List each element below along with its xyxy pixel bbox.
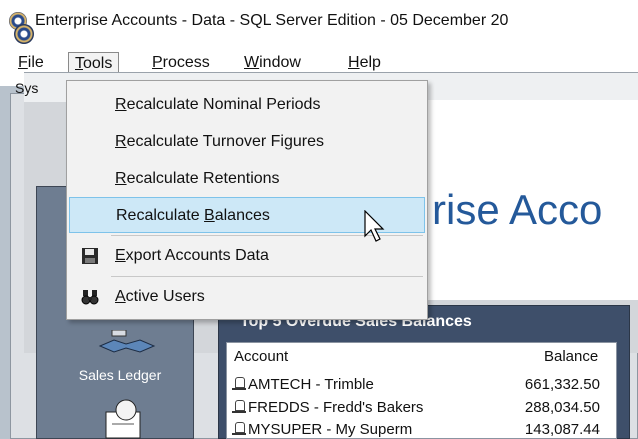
row-balance: 288,034.50 bbox=[524, 399, 600, 416]
menu-item-recalculate-turnover-figures[interactable]: Recalculate Turnover Figures bbox=[69, 124, 425, 160]
table-row[interactable]: AMTECH - Trimble 661,332.50 bbox=[232, 376, 612, 396]
binoculars-icon bbox=[81, 290, 99, 305]
row-account: MYSUPER - My Superm bbox=[248, 421, 413, 438]
menu-process[interactable]: Process bbox=[146, 52, 216, 74]
menu-item-active-users[interactable]: Active Users bbox=[69, 279, 425, 315]
notepad-icon[interactable] bbox=[98, 398, 152, 439]
customer-icon bbox=[232, 376, 246, 390]
menu-item-recalculate-retentions[interactable]: Recalculate Retentions bbox=[69, 161, 425, 197]
row-balance: 143,087.44 bbox=[524, 421, 600, 438]
tools-dropdown-menu: Recalculate Nominal Periods Recalculate … bbox=[66, 80, 428, 320]
customer-icon bbox=[232, 421, 246, 435]
floppy-disk-icon bbox=[82, 248, 98, 264]
table-row[interactable]: FREDDS - Fredd's Bakers 288,034.50 bbox=[232, 399, 612, 419]
menu-window[interactable]: Window bbox=[238, 52, 307, 74]
mouse-cursor-icon bbox=[364, 210, 385, 242]
menu-item-recalculate-nominal-periods[interactable]: Recalculate Nominal Periods bbox=[69, 87, 425, 123]
menu-help[interactable]: Help bbox=[342, 52, 387, 74]
column-header-balance[interactable]: Balance bbox=[544, 348, 598, 365]
app-banner: rise Acco bbox=[432, 186, 603, 233]
customer-icon bbox=[232, 399, 246, 413]
tab-system[interactable]: Sys bbox=[15, 80, 38, 96]
table-row[interactable]: MYSUPER - My Superm 143,087.44 bbox=[232, 421, 612, 439]
child-window-icon[interactable] bbox=[14, 24, 34, 44]
title-bar: Enterprise Accounts - Data - SQL Server … bbox=[0, 0, 638, 42]
menu-separator bbox=[111, 276, 423, 277]
row-account: AMTECH - Trimble bbox=[248, 376, 374, 393]
row-balance: 661,332.50 bbox=[524, 376, 600, 393]
handshake-icon[interactable] bbox=[96, 330, 158, 354]
column-header-account[interactable]: Account bbox=[234, 348, 288, 365]
row-account: FREDDS - Fredd's Bakers bbox=[248, 399, 424, 416]
sidebar-item-sales-ledger[interactable]: Sales Ledger bbox=[50, 367, 190, 383]
window-title: Enterprise Accounts - Data - SQL Server … bbox=[35, 12, 509, 29]
menu-file[interactable]: File bbox=[12, 52, 50, 74]
